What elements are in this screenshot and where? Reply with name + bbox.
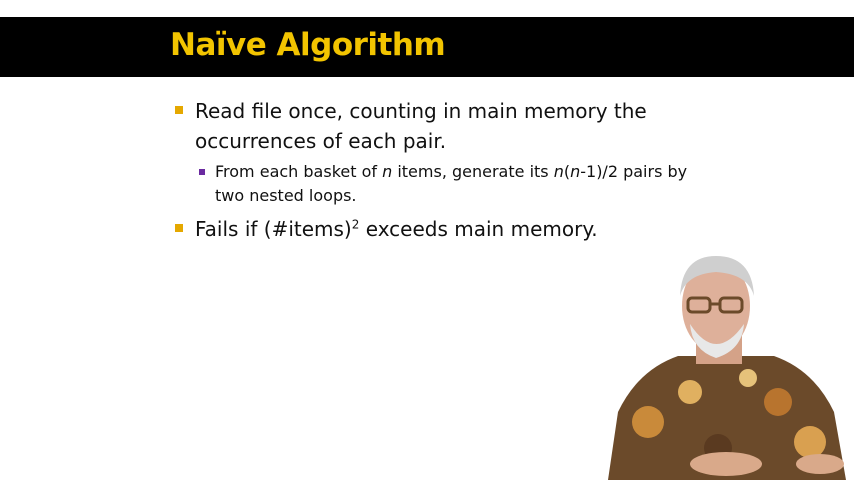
presenter-hands bbox=[690, 452, 762, 476]
title-bar: Naïve Algorithm bbox=[0, 17, 854, 77]
shirt-flower-4 bbox=[794, 426, 826, 458]
bullet-square-icon bbox=[175, 224, 183, 232]
sub-bullet-var-n2: n bbox=[553, 162, 564, 181]
sub-bullet-text-part2: items, generate its bbox=[392, 162, 554, 181]
sub-bullet-each-basket: From each basket of n items, generate it… bbox=[199, 160, 715, 208]
sub-bullet-square-icon bbox=[199, 169, 205, 175]
bullet-fails-if: Fails if (#items)2 exceeds main memory. bbox=[175, 214, 715, 244]
shirt-flower-1 bbox=[632, 406, 664, 438]
presenter-hand-right bbox=[796, 454, 844, 474]
presenter-video-icon bbox=[608, 256, 846, 480]
bullet-square-icon bbox=[175, 106, 183, 114]
slide-content: Read file once, counting in main memory … bbox=[175, 96, 715, 248]
shirt-flower-3 bbox=[764, 388, 792, 416]
shirt-flower-6 bbox=[739, 369, 757, 387]
bullet-text: Read file once, counting in main memory … bbox=[195, 99, 647, 153]
shirt-flower-2 bbox=[678, 380, 702, 404]
sub-bullet-text-part1: From each basket of bbox=[215, 162, 383, 181]
slide-frame: Naïve Algorithm Read file once, counting… bbox=[0, 0, 854, 480]
slide-title: Naïve Algorithm bbox=[170, 27, 446, 63]
sub-bullet-var-n3: n bbox=[570, 162, 581, 181]
bullet-text-part1: Fails if (#items) bbox=[195, 217, 352, 241]
bullet-read-file: Read file once, counting in main memory … bbox=[175, 96, 715, 156]
bullet-text-part2: exceeds main memory. bbox=[359, 217, 598, 241]
sub-bullet-var-n1: n bbox=[382, 162, 393, 181]
